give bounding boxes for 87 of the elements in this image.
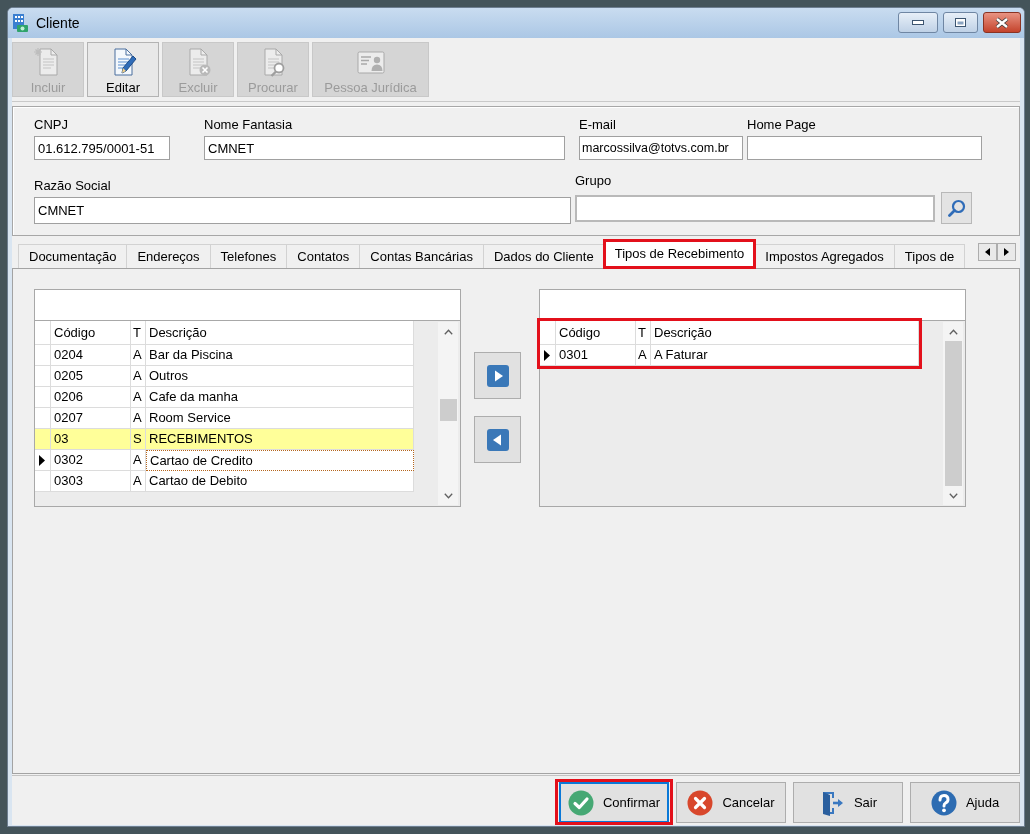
help-icon — [930, 789, 957, 816]
row-indicator-cell[interactable] — [35, 366, 51, 387]
table-cell: A — [131, 345, 146, 366]
row-indicator-cell[interactable] — [35, 387, 51, 408]
field-label: Grupo — [575, 173, 613, 189]
check-circle-icon — [567, 789, 594, 816]
scroll-left-button[interactable] — [978, 243, 997, 261]
table-cell: RECEBIMENTOS — [146, 429, 414, 450]
table-cell: Cartao de Debito — [146, 471, 414, 492]
move-right-button[interactable] — [474, 352, 521, 399]
tab[interactable]: Tipos de Recebimento — [603, 240, 756, 269]
table-cell: 0303 — [51, 471, 131, 492]
table-cell: Room Service — [146, 408, 414, 429]
table-cell: A Faturar — [651, 345, 919, 366]
window-title: Cliente — [36, 15, 80, 31]
tab[interactable]: Documentação — [18, 244, 128, 268]
toolbar-button[interactable]: Editar — [87, 42, 159, 97]
cancel-button[interactable]: Cancelar — [676, 782, 786, 823]
move-left-button[interactable] — [474, 416, 521, 463]
table-cell: Outros — [146, 366, 414, 387]
column-header[interactable]: T — [636, 321, 651, 345]
row-indicator-cell[interactable] — [35, 450, 51, 471]
arrow-left-icon — [486, 428, 509, 451]
table-cell: 0205 — [51, 366, 131, 387]
caret-left-icon — [985, 248, 990, 256]
table-cell: A — [131, 450, 146, 471]
row-indicator-cell[interactable] — [540, 345, 556, 366]
row-indicator-cell[interactable] — [35, 345, 51, 366]
table-cell: A — [131, 387, 146, 408]
row-indicator-cell[interactable] — [35, 429, 51, 450]
maximize-icon — [955, 18, 966, 27]
scroll-up-button[interactable] — [948, 329, 958, 335]
scroll-down-button[interactable] — [948, 493, 958, 499]
grid-corner-cell — [35, 321, 51, 345]
field-label: Nome Fantasia — [204, 117, 294, 133]
close-icon — [995, 16, 1009, 29]
scroll-down-button[interactable] — [443, 493, 453, 499]
column-header[interactable]: Código — [51, 321, 131, 345]
text-field[interactable]: CMNET — [204, 136, 565, 160]
field-label: Home Page — [747, 117, 817, 133]
table-cell: 0204 — [51, 345, 131, 366]
table-cell: Cartao de Credito — [146, 450, 414, 471]
table-cell: Bar da Piscina — [146, 345, 414, 366]
search-button[interactable] — [941, 192, 972, 224]
scroll-thumb[interactable] — [944, 341, 962, 486]
help-button[interactable]: Ajuda — [910, 782, 1020, 823]
table-cell: 0207 — [51, 408, 131, 429]
text-field[interactable]: CMNET — [34, 197, 571, 224]
row-indicator-cell[interactable] — [35, 408, 51, 429]
table-cell: S — [131, 429, 146, 450]
text-field[interactable]: 01.612.795/0001-51 — [34, 136, 170, 160]
table-cell: Cafe da manha — [146, 387, 414, 408]
caret-right-icon — [1004, 248, 1009, 256]
close-button[interactable] — [983, 12, 1021, 33]
column-header[interactable]: T — [131, 321, 146, 345]
tab[interactable]: Tipos de — [893, 244, 966, 268]
scroll-right-button[interactable] — [997, 243, 1016, 261]
field-label: E-mail — [579, 117, 617, 133]
column-header[interactable]: Código — [556, 321, 636, 345]
table-cell: 0206 — [51, 387, 131, 408]
exit-button[interactable]: Sair — [793, 782, 903, 823]
minimize-icon — [912, 20, 924, 25]
text-field[interactable] — [747, 136, 982, 160]
table-cell: A — [636, 345, 651, 366]
text-field[interactable]: marcossilva@totvs.com.br — [579, 136, 743, 160]
column-header[interactable]: Descrição — [146, 321, 414, 345]
text-field[interactable] — [575, 194, 935, 222]
minimize-button[interactable] — [898, 12, 938, 33]
scroll-thumb[interactable] — [439, 399, 457, 421]
field-label: CNPJ — [34, 117, 69, 133]
grid-corner-cell — [540, 321, 556, 345]
table-cell: 03 — [51, 429, 131, 450]
column-header[interactable]: Descrição — [651, 321, 919, 345]
field-label: Razão Social — [34, 178, 112, 194]
id-card-icon — [356, 51, 385, 75]
maximize-button[interactable] — [943, 12, 978, 33]
table-cell: 0302 — [51, 450, 131, 471]
search-icon — [947, 199, 966, 217]
building-icon — [12, 14, 28, 32]
scroll-up-button[interactable] — [443, 329, 453, 335]
arrow-right-icon — [486, 364, 509, 387]
table-cell: A — [131, 471, 146, 492]
row-indicator-cell[interactable] — [35, 471, 51, 492]
x-circle-icon — [687, 789, 714, 816]
table-cell: 0301 — [556, 345, 636, 366]
table-cell: A — [131, 408, 146, 429]
table-cell: A — [131, 366, 146, 387]
